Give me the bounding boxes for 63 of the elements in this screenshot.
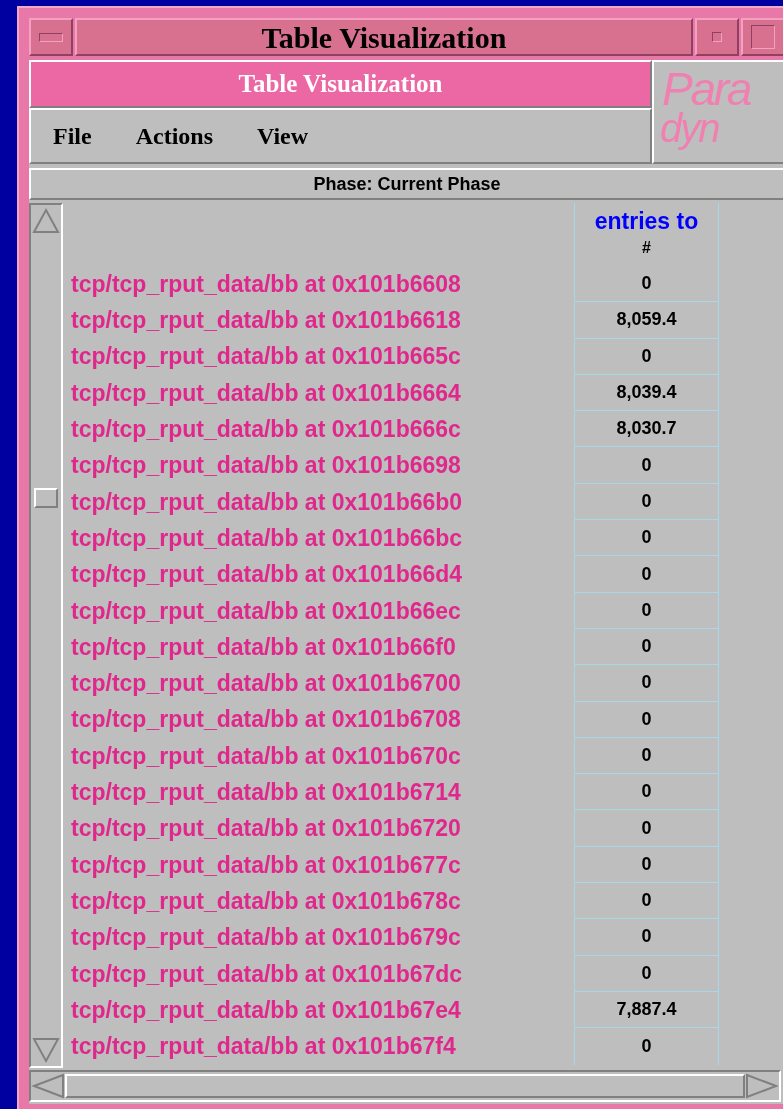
scrollbar-thumb[interactable]: [34, 488, 58, 508]
scroll-right-icon[interactable]: [745, 1073, 779, 1099]
header-title: Table Visualization: [29, 60, 652, 108]
table-cell: 0: [574, 737, 719, 775]
table-cell: 8,030.7: [574, 411, 719, 448]
table-cell: 0: [574, 810, 719, 847]
window-menu-button[interactable]: [29, 18, 73, 56]
row-label: tcp/tcp_rput_data/bb at 0x101b66bc: [70, 523, 464, 553]
table-cell: 0: [574, 774, 719, 811]
table-cell: 0: [574, 883, 719, 920]
table-cell: 0: [574, 592, 719, 629]
scrollbar-thumb[interactable]: [65, 1074, 745, 1098]
table-cell: 7,887.4: [574, 991, 719, 1029]
table-cell: 0: [574, 1028, 719, 1065]
row-label: tcp/tcp_rput_data/bb at 0x101b6714: [70, 778, 462, 808]
scroll-left-icon[interactable]: [31, 1073, 65, 1099]
table-cell: 8,039.4: [574, 374, 719, 412]
table-cell: 0: [574, 483, 719, 521]
row-label: tcp/tcp_rput_data/bb at 0x101b66b0: [70, 487, 464, 517]
row-label: tcp/tcp_rput_data/bb at 0x101b6720: [70, 814, 462, 844]
table-cell: 0: [574, 447, 719, 484]
vertical-scrollbar[interactable]: [29, 203, 63, 1068]
row-label: tcp/tcp_rput_data/bb at 0x101b66f0: [70, 632, 457, 662]
row-label: tcp/tcp_rput_data/bb at 0x101b665c: [70, 342, 462, 372]
row-label: tcp/tcp_rput_data/bb at 0x101b6698: [70, 451, 462, 481]
row-label: tcp/tcp_rput_data/bb at 0x101b67f4: [70, 1032, 457, 1062]
phase-label: Phase: Current Phase: [29, 168, 783, 200]
row-label: tcp/tcp_rput_data/bb at 0x101b67dc: [70, 959, 464, 989]
table-cell: 8,059.4: [574, 302, 719, 339]
table-cell: 0: [574, 919, 719, 956]
menu-item[interactable]: Actions: [135, 118, 213, 154]
row-label: tcp/tcp_rput_data/bb at 0x101b666c: [70, 415, 462, 445]
column-header: entries to: [594, 207, 699, 236]
row-label: tcp/tcp_rput_data/bb at 0x101b677c: [70, 850, 462, 880]
menu-item[interactable]: File: [53, 118, 92, 154]
row-label: tcp/tcp_rput_data/bb at 0x101b678c: [70, 886, 462, 916]
minimize-button[interactable]: [695, 18, 739, 56]
table-cell: 0: [574, 955, 719, 992]
row-label: tcp/tcp_rput_data/bb at 0x101b66ec: [70, 596, 462, 626]
scroll-down-icon[interactable]: [32, 1036, 60, 1064]
row-label: tcp/tcp_rput_data/bb at 0x101b670c: [70, 741, 462, 771]
row-label: tcp/tcp_rput_data/bb at 0x101b6664: [70, 378, 462, 408]
table-cell: 0: [574, 338, 719, 375]
maximize-button[interactable]: [741, 18, 783, 56]
table-cell: 0: [574, 701, 719, 738]
table-cell: 0: [574, 846, 719, 884]
row-label: tcp/tcp_rput_data/bb at 0x101b66d4: [70, 560, 464, 590]
window-title: Table Visualization: [261, 19, 507, 56]
row-label: tcp/tcp_rput_data/bb at 0x101b679c: [70, 923, 462, 953]
table-cell: 0: [574, 665, 719, 702]
row-label: tcp/tcp_rput_data/bb at 0x101b6708: [70, 705, 462, 735]
row-label: tcp/tcp_rput_data/bb at 0x101b6618: [70, 306, 462, 336]
scroll-up-icon[interactable]: [32, 207, 60, 235]
table-cell: 0: [574, 556, 719, 593]
table-cell: 0: [574, 266, 719, 303]
row-label: tcp/tcp_rput_data/bb at 0x101b67e4: [70, 995, 462, 1025]
table-cell: 0: [574, 628, 719, 666]
table-cell: 0: [574, 520, 719, 557]
row-label: tcp/tcp_rput_data/bb at 0x101b6608: [70, 269, 462, 299]
column-unit: #: [642, 237, 651, 258]
menu-item[interactable]: View: [257, 118, 309, 154]
row-label: tcp/tcp_rput_data/bb at 0x101b6700: [70, 669, 462, 699]
horizontal-scrollbar[interactable]: [29, 1070, 781, 1102]
